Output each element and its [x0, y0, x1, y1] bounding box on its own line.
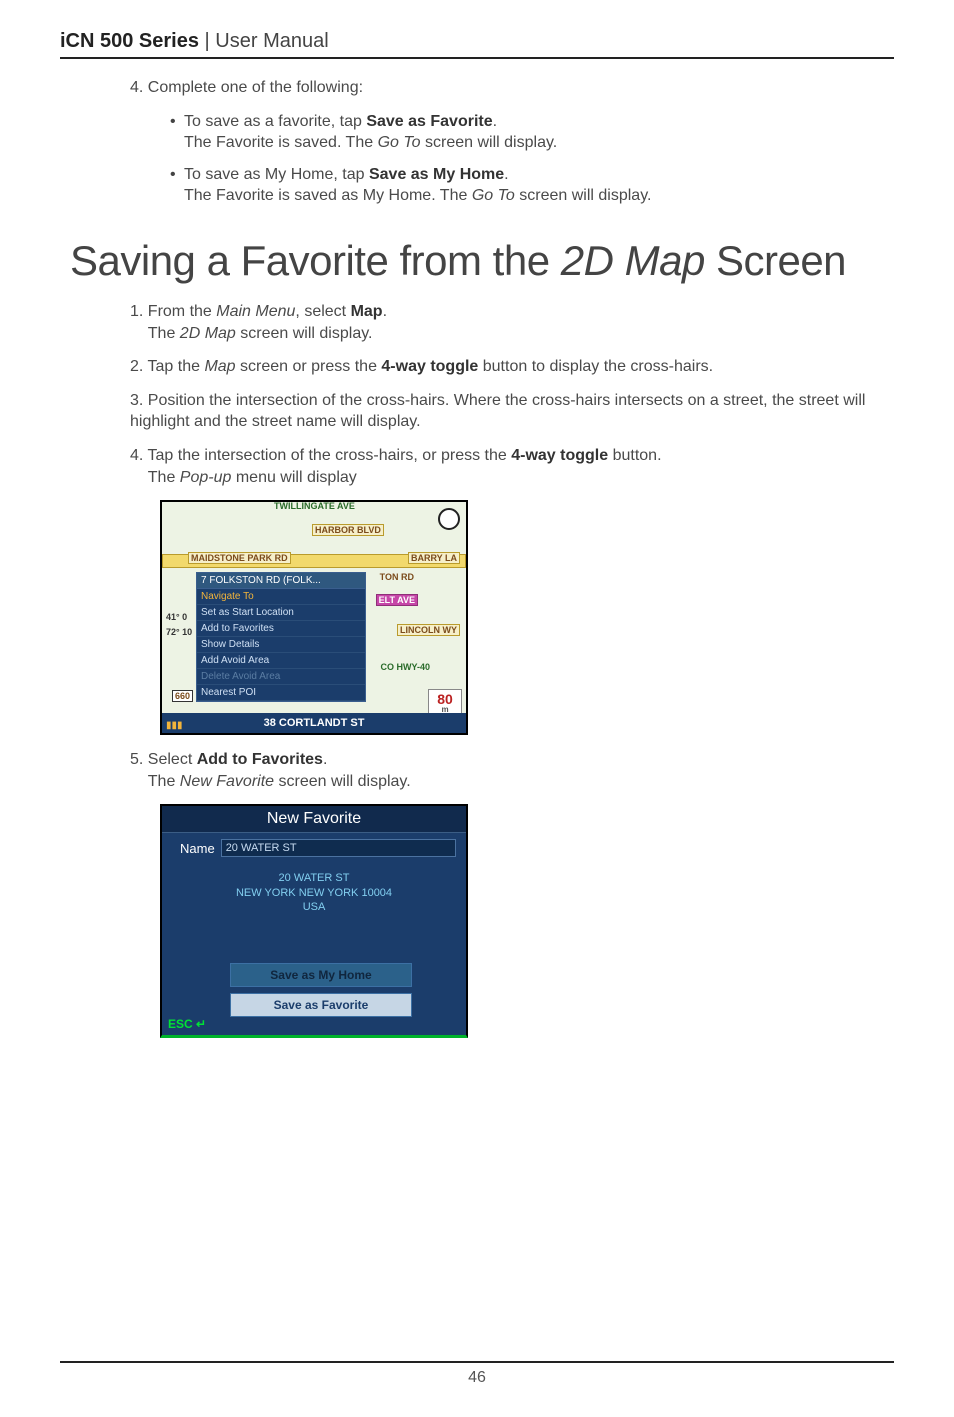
step-4-bullet-2: To save as My Home, tap Save as My Home.… [170, 164, 884, 207]
street-label-maidstone: MAIDSTONE PARK RD [188, 552, 291, 564]
esc-button[interactable]: ESC ↵ [168, 1017, 206, 1031]
step-3: 3. Position the intersection of the cros… [130, 390, 884, 433]
popup-item-nearest-poi[interactable]: Nearest POI [197, 685, 365, 701]
save-as-favorite-button[interactable]: Save as Favorite [230, 993, 412, 1017]
step-5: 5. Select Add to Favorites. The New Favo… [130, 749, 884, 792]
street-label-660: 660 [172, 690, 193, 702]
page-header: iCN 500 Series | User Manual [60, 30, 894, 59]
heading-text: Saving a Favorite from the [70, 237, 561, 284]
latitude-label: 41° 0 [166, 612, 187, 622]
bullet-text: The Favorite is saved as My Home. The [184, 187, 472, 204]
street-label-harbor: HARBOR BLVD [312, 524, 384, 536]
current-street-bar: 38 CORTLANDT ST [162, 713, 466, 733]
step-text: Tap the intersection of the cross-hairs,… [148, 447, 512, 464]
step-number: 1. [130, 303, 148, 320]
step-text: The [148, 325, 180, 342]
step-number: 5. [130, 751, 148, 768]
name-field-label: Name [180, 841, 215, 856]
save-as-my-home-label: Save as My Home [369, 166, 504, 183]
step-text: Tap the [148, 358, 205, 375]
save-as-my-home-button[interactable]: Save as My Home [230, 963, 412, 987]
bullet-text: . [504, 166, 508, 183]
bullet-text: To save as a favorite, tap [184, 113, 366, 130]
goto-screen-label: Go To [472, 187, 515, 204]
popup-item-navigate-to[interactable]: Navigate To [197, 589, 365, 605]
heading-italic: 2D Map [561, 237, 705, 284]
step-number: 2. [130, 358, 148, 375]
toggle-button-label: 4-way toggle [511, 447, 608, 464]
bullet-text: screen will display. [515, 187, 652, 204]
popup-item-set-start-location[interactable]: Set as Start Location [197, 605, 365, 621]
new-favorite-title: New Favorite [162, 806, 466, 833]
popup-title: 7 FOLKSTON RD (FOLK... [197, 573, 365, 589]
address-line-3: USA [162, 900, 466, 914]
popup-item-show-details[interactable]: Show Details [197, 637, 365, 653]
bullet-text: . [493, 113, 497, 130]
street-label-hwy: CO HWY-40 [378, 662, 432, 672]
step-text: Select [148, 751, 197, 768]
button-label: Save as My Home [270, 968, 371, 982]
2d-map-label: 2D Map [180, 325, 236, 342]
step-text: Position the intersection of the cross-h… [130, 392, 865, 431]
goto-screen-label: Go To [378, 134, 421, 151]
step-text: . [323, 751, 327, 768]
bullet-text: The Favorite is saved. The [184, 134, 378, 151]
street-label-twillingate: TWILLINGATE AVE [272, 501, 357, 511]
address-line-2: NEW YORK NEW YORK 10004 [162, 886, 466, 900]
street-label-elt: ELT AVE [376, 594, 418, 606]
page-number: 46 [468, 1369, 486, 1386]
product-name: iCN 500 Series [60, 30, 199, 52]
map-label: Map [204, 358, 235, 375]
step-text: screen will display. [274, 773, 411, 790]
step-text: The [148, 469, 180, 486]
popup-item-add-to-favorites[interactable]: Add to Favorites [197, 621, 365, 637]
save-as-favorite-label: Save as Favorite [366, 113, 492, 130]
toggle-button-label: 4-way toggle [381, 358, 478, 375]
step-text: . [383, 303, 387, 320]
step-2: 2. Tap the Map screen or press the 4-way… [130, 356, 884, 378]
step-number: 4. [130, 447, 148, 464]
step-4: 4. Tap the intersection of the cross-hai… [130, 445, 884, 488]
compass-icon [438, 508, 460, 530]
popup-item-delete-avoid-area: Delete Avoid Area [197, 669, 365, 685]
satellite-icon: ▮▮▮ [166, 720, 183, 731]
add-to-favorites-label: Add to Favorites [197, 751, 323, 768]
heading-text: Screen [705, 237, 846, 284]
street-label-barry: BARRY LA [408, 552, 460, 564]
new-favorite-screenshot: New Favorite Name 20 WATER ST 20 WATER S… [160, 804, 894, 1038]
map-screenshot: TWILLINGATE AVE HARBOR BLVD MAIDSTONE PA… [160, 500, 894, 735]
popup-label: Pop-up [180, 469, 232, 486]
page-footer: 46 [60, 1361, 894, 1387]
step-1: 1. From the Main Menu, select Map. The 2… [130, 301, 884, 344]
name-input[interactable]: 20 WATER ST [221, 839, 456, 857]
main-menu-label: Main Menu [216, 303, 295, 320]
bullet-text: To save as My Home, tap [184, 166, 369, 183]
distance-badge: 80 m [428, 689, 462, 715]
step-number: 3. [130, 392, 148, 409]
step-text: The [148, 773, 180, 790]
street-label-lincoln: LINCOLN WY [397, 624, 460, 636]
map-option-label: Map [351, 303, 383, 320]
step-4-bullet-1: To save as a favorite, tap Save as Favor… [170, 111, 884, 154]
header-subtitle: User Manual [215, 30, 328, 52]
step-text: screen will display. [236, 325, 373, 342]
bullet-text: screen will display. [421, 134, 558, 151]
step-text: , select [295, 303, 350, 320]
favorite-address: 20 WATER ST NEW YORK NEW YORK 10004 USA [162, 871, 466, 914]
section-heading: Saving a Favorite from the 2D Map Screen [70, 237, 894, 285]
step-text: From the [148, 303, 216, 320]
step-4-intro: 4. Complete one of the following: [130, 77, 884, 99]
step-text: button. [608, 447, 661, 464]
step-text: menu will display [231, 469, 356, 486]
popup-item-add-avoid-area[interactable]: Add Avoid Area [197, 653, 365, 669]
street-label-ton: TON RD [378, 572, 416, 582]
new-favorite-label: New Favorite [180, 773, 274, 790]
longitude-label: 72° 10 [166, 627, 192, 637]
step-text: screen or press the [236, 358, 382, 375]
header-separator: | [199, 30, 215, 52]
map-popup-menu: 7 FOLKSTON RD (FOLK... Navigate To Set a… [196, 572, 366, 702]
step-text: button to display the cross-hairs. [478, 358, 713, 375]
address-line-1: 20 WATER ST [162, 871, 466, 885]
